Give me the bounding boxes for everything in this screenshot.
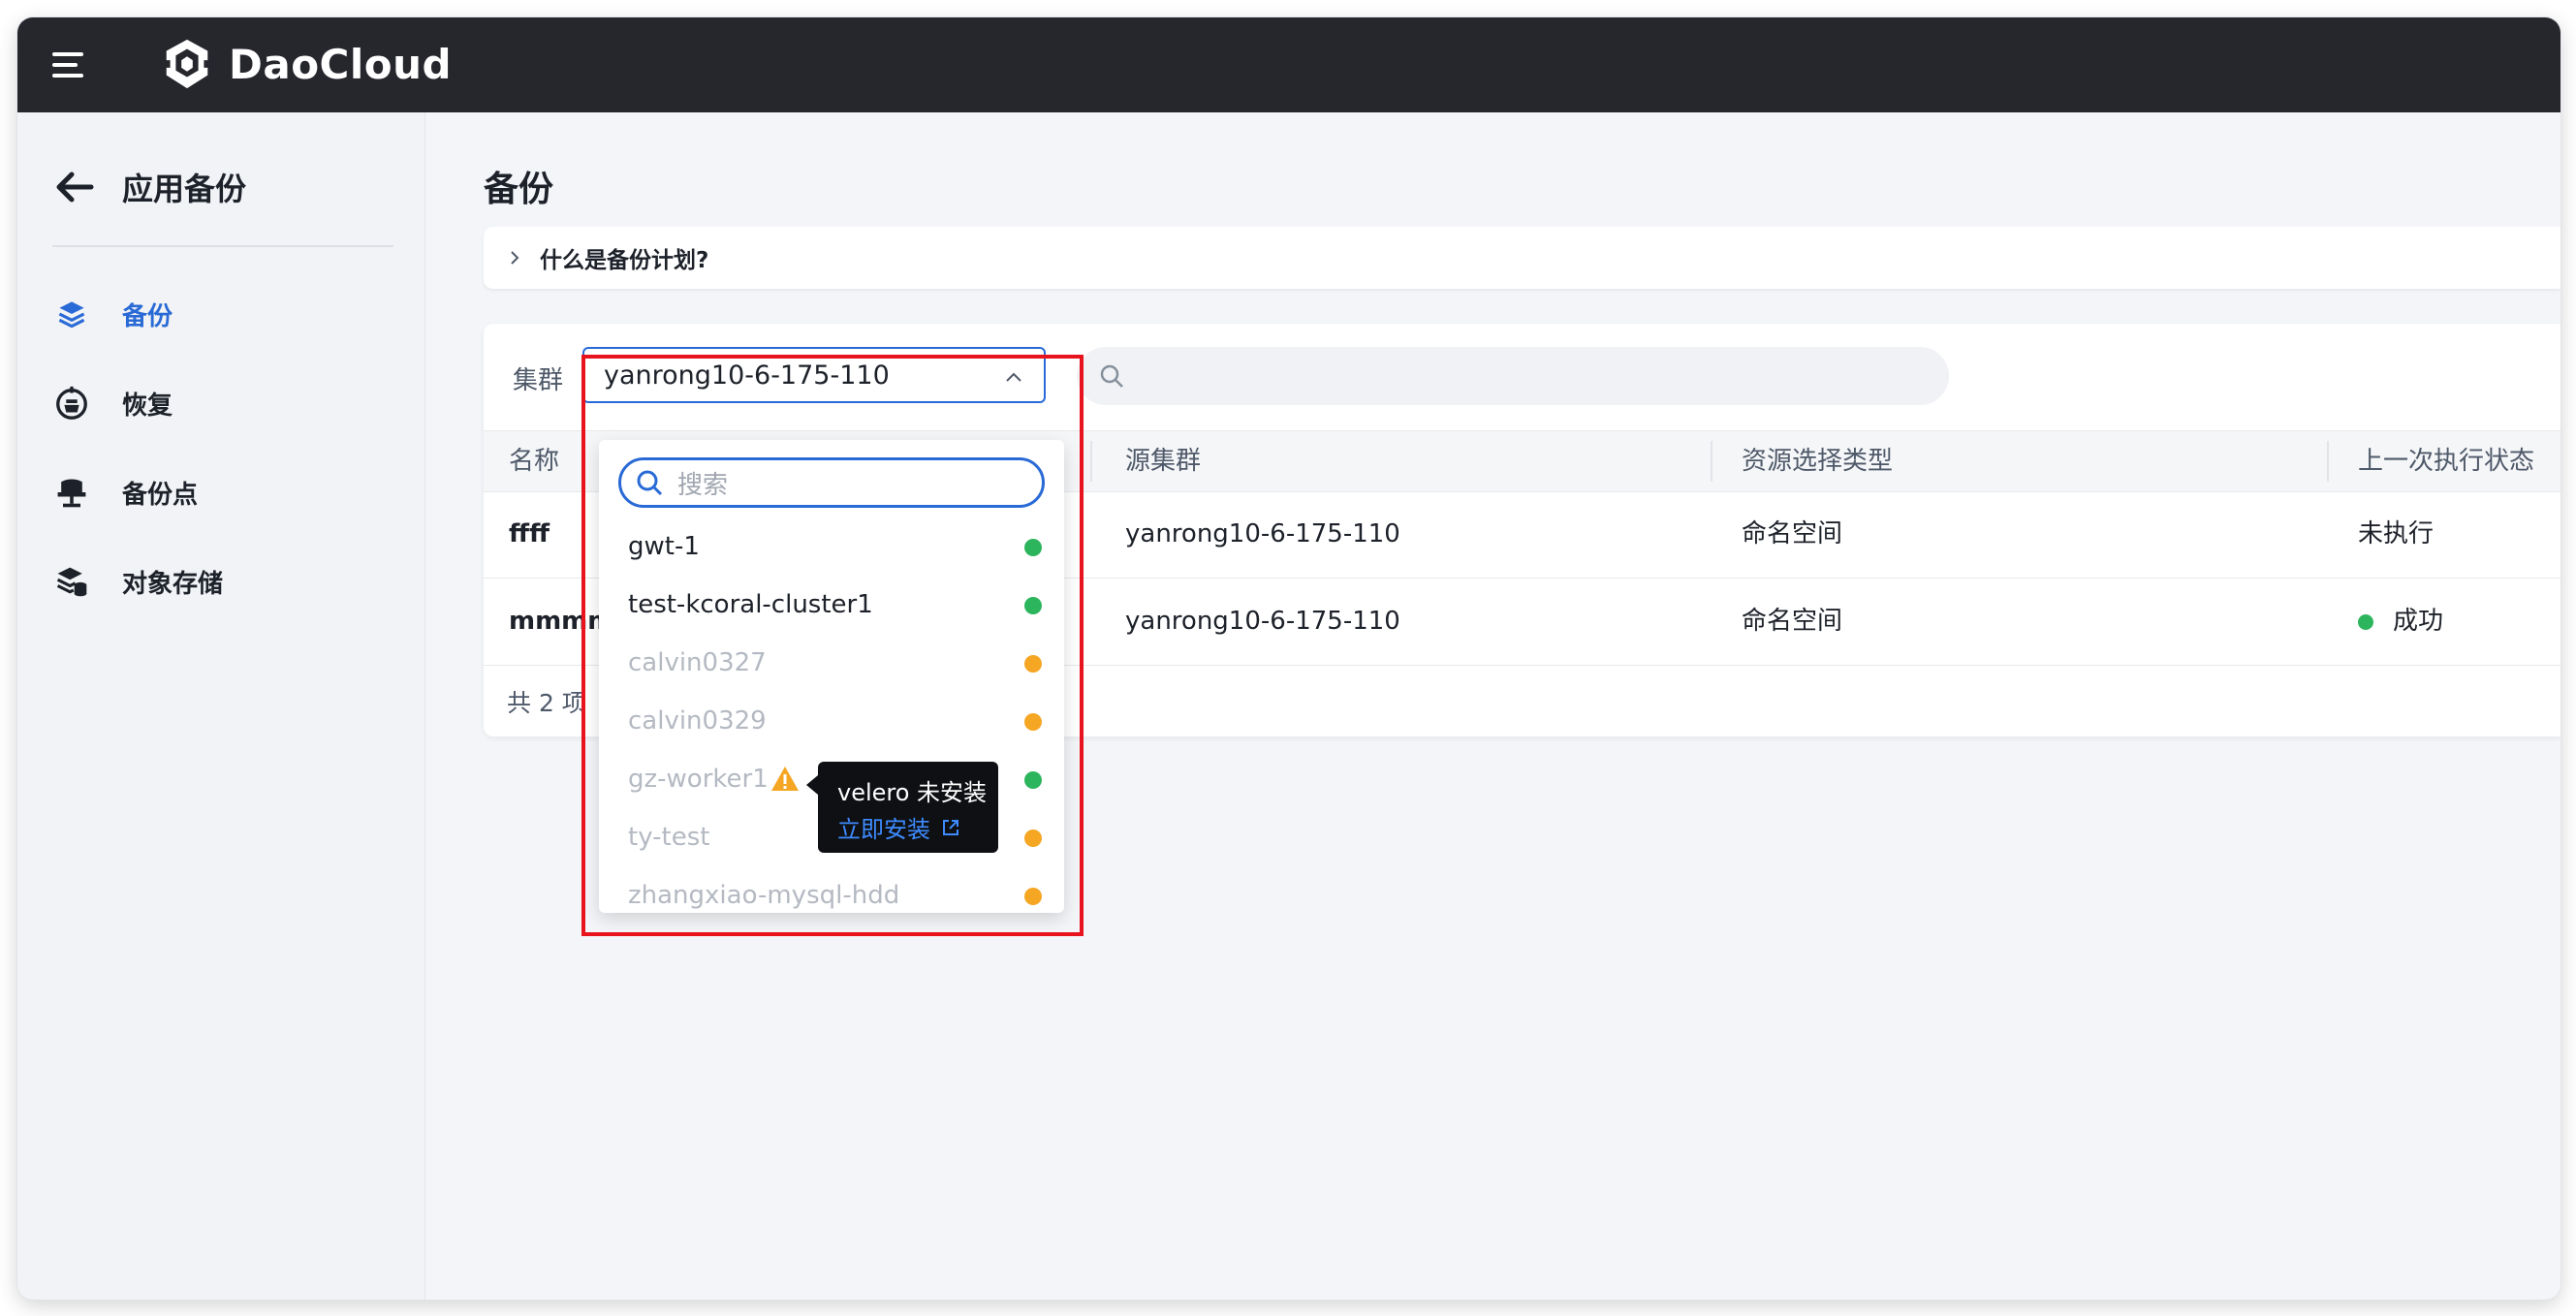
back-button[interactable]: 应用备份	[52, 163, 246, 211]
column-header-last-status[interactable]: 上一次执行状态	[2358, 431, 2534, 491]
layers-icon	[52, 295, 91, 333]
info-collapse-panel[interactable]: 什么是备份计划?	[484, 227, 2560, 289]
chevron-right-icon	[511, 251, 519, 265]
search-icon	[637, 470, 663, 496]
option-label: gz-worker1	[628, 765, 769, 794]
dropdown-option[interactable]: test-kcoral-cluster1	[599, 576, 1064, 634]
app-window: DaoCloud 应用备份 备份 恢复 备份点 对象存储 备份 什么是备份计划?…	[17, 17, 2560, 1300]
install-now-label: 立即安装	[837, 816, 930, 843]
dropdown-option[interactable]: calvin0327	[599, 634, 1064, 692]
backup-name[interactable]: ffff	[509, 491, 550, 578]
sidebar-item-backup-point[interactable]: 备份点	[52, 463, 198, 521]
status-dot	[1024, 597, 1042, 614]
info-collapse-label: 什么是备份计划?	[540, 248, 709, 273]
resource-type-cell: 命名空间	[1742, 519, 1843, 548]
column-header-name[interactable]: 名称	[509, 431, 559, 491]
option-label: zhangxiao-mysql-hdd	[628, 881, 900, 910]
dropdown-option[interactable]: gwt-1	[599, 517, 1064, 576]
table-total-count: 共 2 项	[507, 689, 586, 717]
status-success-dot	[2358, 613, 2373, 630]
column-header-resource-type[interactable]: 资源选择类型	[1742, 431, 1893, 491]
status-dot	[1024, 655, 1042, 673]
cluster-select-value: yanrong10-6-175-110	[604, 360, 890, 391]
install-now-link[interactable]: 立即安装	[837, 810, 961, 844]
sidebar: 应用备份 备份 恢复 备份点 对象存储	[17, 112, 425, 1300]
status-dot	[1024, 830, 1042, 847]
search-bar[interactable]	[1077, 347, 1949, 405]
sidebar-item-label: 恢复	[122, 391, 173, 421]
option-label: ty-test	[628, 823, 710, 852]
cluster-filter-label: 集群	[513, 366, 564, 395]
external-link-icon	[943, 819, 958, 835]
velero-tooltip: velero 未安装 立即安装	[806, 762, 998, 853]
source-cluster-cell: yanrong10-6-175-110	[1125, 519, 1400, 548]
object-storage-icon	[52, 562, 91, 601]
resource-type-cell: 命名空间	[1742, 607, 1843, 636]
sidebar-divider	[52, 245, 393, 247]
warning-icon[interactable]	[770, 764, 801, 795]
source-cluster-cell: yanrong10-6-175-110	[1125, 607, 1400, 636]
status-dot	[1024, 539, 1042, 556]
top-navigation-bar: DaoCloud	[17, 17, 2560, 112]
last-status-cell: 成功	[2358, 579, 2443, 665]
arrow-left-icon	[56, 172, 94, 203]
dropdown-option[interactable]: calvin0329	[599, 692, 1064, 750]
search-input[interactable]	[1137, 360, 1935, 392]
brand-name: DaoCloud	[229, 40, 453, 88]
restore-icon	[52, 384, 91, 423]
sidebar-item-object-storage[interactable]: 对象存储	[52, 552, 223, 611]
backup-point-icon	[52, 473, 91, 512]
option-label: calvin0329	[628, 706, 767, 736]
daocloud-logo-icon	[160, 39, 214, 89]
sidebar-item-restore[interactable]: 恢复	[52, 374, 173, 432]
sidebar-item-backup[interactable]: 备份	[52, 285, 173, 343]
status-text: 成功	[2393, 607, 2444, 636]
dropdown-search-placeholder: 搜索	[677, 470, 729, 500]
sidebar-title: 应用备份	[122, 171, 247, 207]
chevron-up-icon	[1006, 372, 1021, 382]
sidebar-item-label: 备份点	[122, 480, 199, 510]
option-label: calvin0327	[628, 648, 767, 677]
status-dot	[1024, 713, 1042, 731]
dropdown-option[interactable]: zhangxiao-mysql-hdd	[599, 866, 1064, 913]
status-dot	[1024, 888, 1042, 905]
sidebar-item-label: 备份	[122, 301, 173, 331]
search-icon	[1100, 364, 1123, 388]
tooltip-text: velero 未安装	[837, 779, 988, 806]
column-separator	[1711, 441, 1712, 482]
hamburger-menu-icon[interactable]	[52, 47, 91, 85]
page-title: 备份	[484, 170, 554, 209]
column-header-source-cluster[interactable]: 源集群	[1125, 431, 1201, 491]
option-label: test-kcoral-cluster1	[628, 590, 873, 619]
column-separator	[2327, 441, 2329, 482]
status-dot	[1024, 771, 1042, 789]
sidebar-item-label: 对象存储	[122, 569, 224, 599]
dropdown-search-input[interactable]: 搜索	[618, 457, 1045, 508]
column-separator	[1090, 441, 1092, 482]
last-status-cell: 未执行	[2358, 519, 2435, 548]
cluster-select[interactable]: yanrong10-6-175-110	[582, 347, 1046, 403]
brand-logo[interactable]: DaoCloud	[159, 33, 452, 95]
option-label: gwt-1	[628, 532, 700, 561]
